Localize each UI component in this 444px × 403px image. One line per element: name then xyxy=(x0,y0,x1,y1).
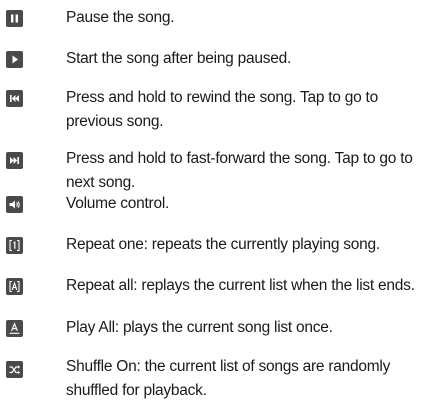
legend-item-text: Start the song after being paused. xyxy=(66,50,292,67)
legend-item-text: Press and hold to fast-forward the song.… xyxy=(66,150,413,191)
play-icon xyxy=(6,51,23,68)
media-controls-legend: Pause the song. Start the song after bei… xyxy=(0,0,444,401)
fast-forward-next-icon xyxy=(6,152,23,169)
shuffle-icon xyxy=(6,361,23,378)
legend-item-text: Pause the song. xyxy=(66,9,175,26)
legend-item-text: Repeat all: replays the current list whe… xyxy=(66,277,415,294)
legend-item-text: Repeat one: repeats the currently playin… xyxy=(66,236,380,253)
legend-item-text: Shuffle On: the current list of songs ar… xyxy=(66,358,391,399)
repeat-one-icon xyxy=(6,237,23,254)
legend-item-text: Press and hold to rewind the song. Tap t… xyxy=(66,89,378,130)
rewind-previous-icon xyxy=(6,90,23,107)
legend-item-text: Play All: plays the current song list on… xyxy=(66,319,333,336)
volume-icon xyxy=(6,196,23,213)
play-all-icon xyxy=(6,320,23,337)
pause-icon xyxy=(6,10,23,27)
repeat-all-icon xyxy=(6,278,23,295)
legend-item-text: Volume control. xyxy=(66,195,170,212)
